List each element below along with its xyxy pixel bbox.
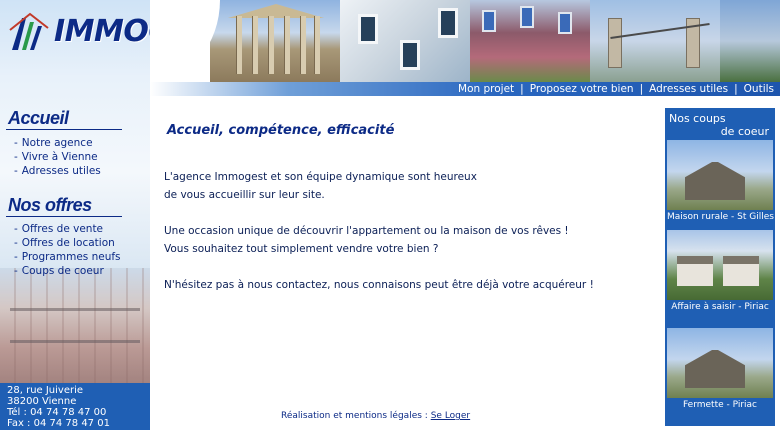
accueil-nav-list: - Notre agence - Vivre à Vienne - Adresses …	[14, 136, 101, 178]
topnav-outils[interactable]: Outils	[744, 83, 774, 95]
address-city: 38200 Vienne	[7, 396, 77, 407]
left-sidebar: IMMOGEST Accueil -Notre agence -Vivre à …	[0, 0, 150, 430]
header-photo-banner	[150, 0, 780, 82]
logo-house-icon	[9, 12, 49, 50]
contact-paragraph: N'hésitez pas à nous contactez, nous con…	[164, 279, 594, 291]
sidebar-item-coups-de-coeur[interactable]: - Coups de coeur	[14, 264, 121, 278]
property-photo	[667, 328, 773, 398]
offres-section-title: Nos offres	[8, 195, 92, 215]
sidebar-item-adresses-utiles[interactable]: - Adresses utiles	[14, 164, 101, 178]
address-fax: Fax : 04 74 78 47 01	[7, 418, 110, 429]
topnav-adresses-utiles[interactable]: Adresses utiles	[649, 83, 728, 95]
page-title: Accueil, compétence, efficacité	[167, 123, 395, 138]
footer-credit-text: Réalisation et mentions légales :	[281, 411, 428, 421]
sidebar-item-offres-de-vente[interactable]: - Offres de vente	[14, 222, 121, 236]
featured-property-card[interactable]: Fermette - Piriac	[667, 328, 773, 412]
intro-paragraph: L'agence Immogest et son équipe dynamiqu…	[164, 171, 477, 201]
sidebar-building-photo	[0, 268, 150, 383]
header-photo-ivy-house	[470, 0, 590, 82]
top-navigation: Mon projet | Proposez votre bien | Adresses …	[150, 82, 780, 96]
header-photo-window-facade	[340, 0, 470, 82]
footer-credit: Réalisation et mentions légales : Se Log…	[281, 411, 470, 421]
sidebar-item-notre-agence[interactable]: - Notre agence	[14, 136, 101, 150]
sidebar-item-programmes-neufs[interactable]: - Programmes neufs	[14, 250, 121, 264]
address-street: 28, rue Juiverie	[7, 385, 84, 396]
sidebar-item-offres-de-location[interactable]: - Offres de location	[14, 236, 121, 250]
offres-divider	[6, 216, 122, 217]
featured-property-card[interactable]: Maison rurale - St Gilles	[667, 140, 774, 224]
accueil-divider	[6, 129, 122, 130]
logo-wordmark: IMMOGEST	[54, 14, 150, 49]
address-phone: Tél : 04 74 78 47 00	[7, 407, 107, 418]
offres-nav-list: - Offres de vente - Offres de location - Pr…	[14, 222, 121, 278]
header-photo-garden	[720, 0, 780, 82]
header-photo-bridge	[590, 0, 720, 82]
header-photo-temple	[210, 0, 340, 82]
property-photo	[667, 140, 773, 210]
site-logo[interactable]: IMMOGEST	[8, 12, 150, 54]
se-loger-link[interactable]: Se Loger	[431, 411, 470, 421]
agency-address-block: 28, rue Juiverie 38200 Vienne Tél : 04 7…	[0, 383, 150, 430]
coups-de-coeur-title: Nos coups de coeur	[669, 112, 769, 138]
topnav-mon-projet[interactable]: Mon projet	[458, 83, 514, 95]
main-content: Accueil, compétence, efficacité L'agence…	[150, 96, 665, 430]
offer-paragraph: Une occasion unique de découvrir l'appar…	[164, 225, 569, 255]
property-caption: Fermette - Piriac	[682, 400, 758, 410]
sidebar-item-vivre-a-vienne[interactable]: - Vivre à Vienne	[14, 150, 101, 164]
property-caption: Maison rurale - St Gilles	[667, 212, 774, 222]
property-photo	[667, 230, 773, 300]
coups-de-coeur-panel: Nos coups de coeur Maison rurale - St Gi…	[665, 108, 775, 426]
accueil-section-title: Accueil	[8, 108, 69, 128]
featured-property-card[interactable]: Affaire à saisir - Piriac	[667, 230, 773, 314]
topnav-proposez-votre-bien[interactable]: Proposez votre bien	[530, 83, 634, 95]
property-caption: Affaire à saisir - Piriac	[671, 302, 769, 312]
